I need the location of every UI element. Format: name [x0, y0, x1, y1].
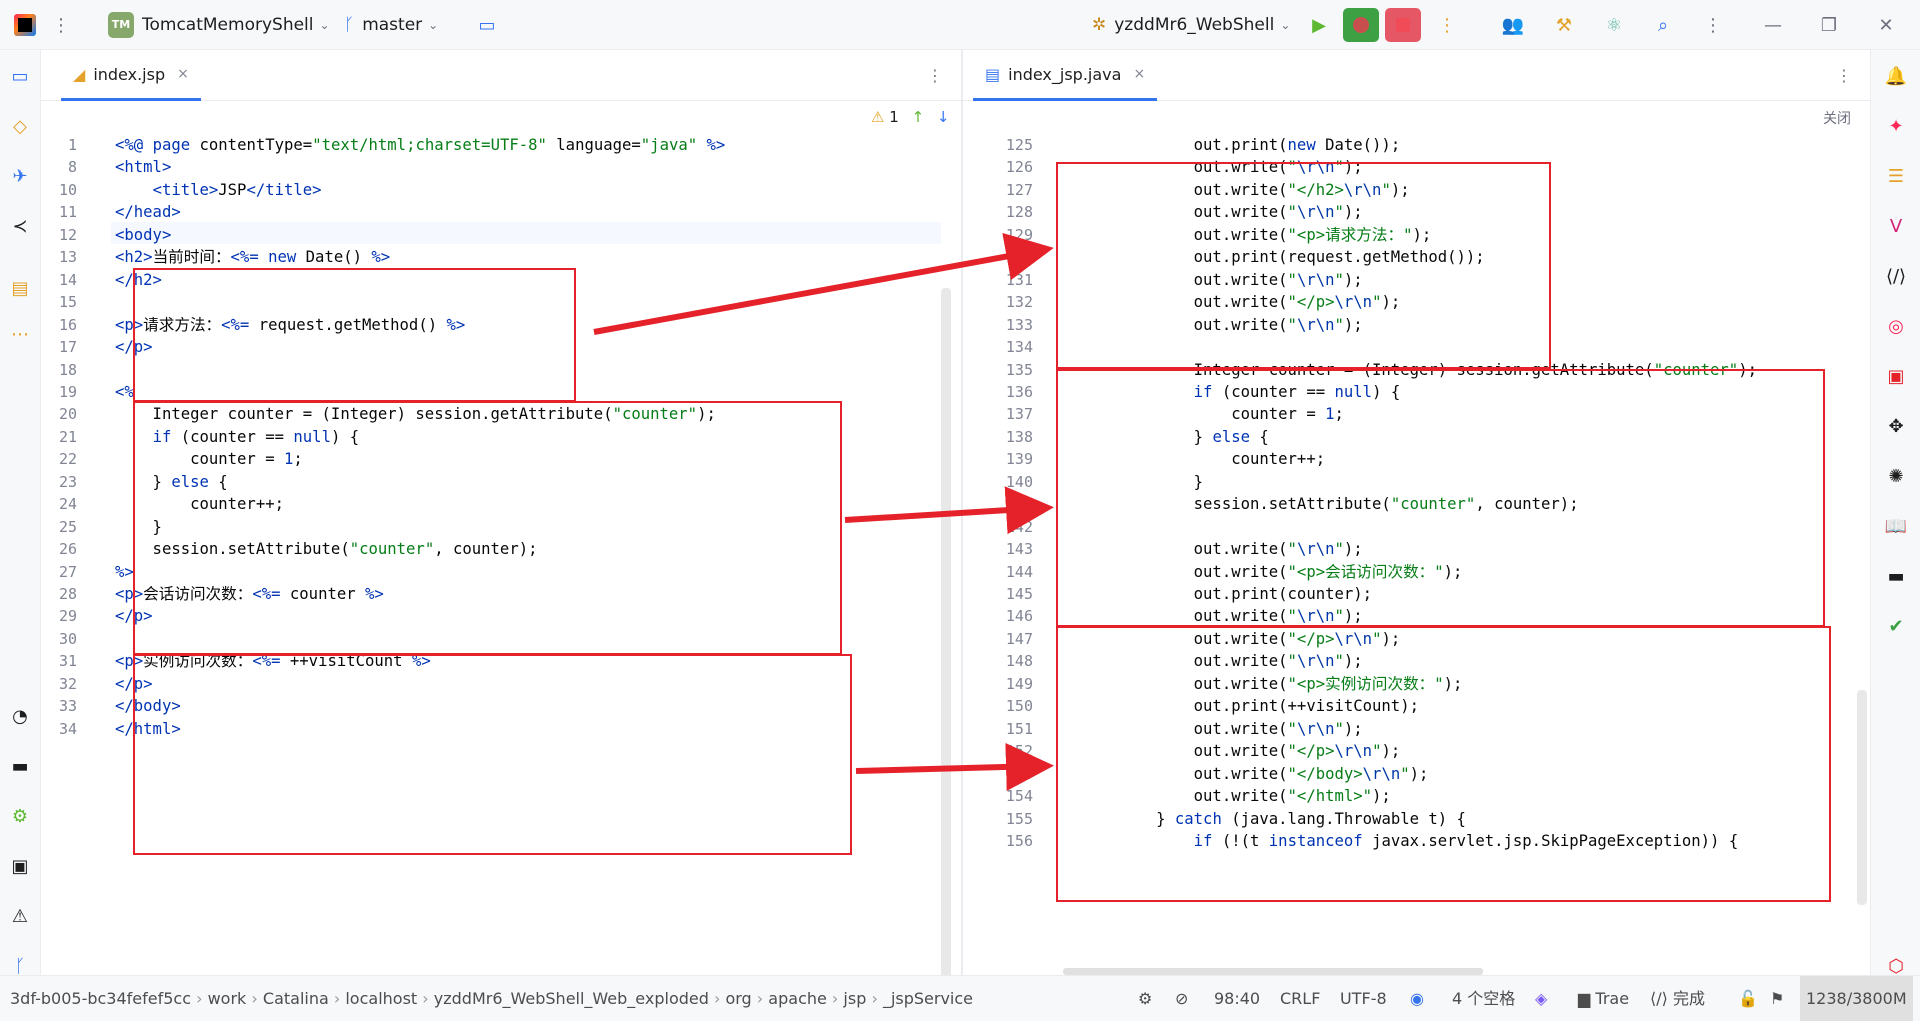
status-bar: 3df-b005-bc34fefef5cc › work › Catalina …: [0, 975, 1920, 1021]
plugin-status-icon[interactable]: ◈: [1535, 976, 1547, 1021]
line-ending[interactable]: CRLF: [1280, 976, 1320, 1021]
code-icon: ⟨/⟩: [1650, 989, 1673, 1008]
chevron-right-icon: ›: [191, 989, 208, 1008]
breadcrumb-item[interactable]: localhost: [345, 989, 417, 1008]
trae-icon: ▆: [1578, 989, 1596, 1008]
chevron-right-icon: ›: [826, 989, 844, 1008]
breadcrumb-item[interactable]: 3df-b005-bc34fefef5cc: [10, 989, 191, 1008]
chevron-right-icon: ›: [866, 989, 883, 1008]
breadcrumb-item[interactable]: _jspService: [883, 989, 973, 1008]
lock-icon[interactable]: 🔓: [1738, 976, 1758, 1021]
trae-status[interactable]: ▆ Trae: [1578, 976, 1629, 1021]
trae-label: Trae: [1595, 989, 1630, 1008]
bug-status-icon[interactable]: ⚑: [1770, 976, 1784, 1021]
memory-indicator[interactable]: 1238/3800M: [1800, 976, 1913, 1021]
breadcrumb-item[interactable]: apache: [768, 989, 827, 1008]
cursor-position[interactable]: 98:40: [1214, 976, 1260, 1021]
breadcrumb-item[interactable]: yzddMr6_WebShell_Web_exploded: [434, 989, 709, 1008]
arrow-3: [855, 742, 1054, 791]
chevron-right-icon: ›: [246, 989, 263, 1008]
annotation-arrows: [593, 232, 1054, 791]
indent-setting[interactable]: 4 个空格: [1452, 976, 1515, 1021]
breadcrumb-item[interactable]: jsp: [843, 989, 866, 1008]
done-status[interactable]: ⟨/⟩ 完成: [1650, 976, 1705, 1021]
chevron-right-icon: ›: [751, 989, 769, 1008]
arrow-1: [593, 232, 1054, 335]
vcs-status-icon[interactable]: ⚙: [1138, 976, 1152, 1021]
file-encoding[interactable]: UTF-8: [1340, 976, 1387, 1021]
breadcrumb: 3df-b005-bc34fefef5cc › work › Catalina …: [10, 976, 973, 1021]
done-label: 完成: [1672, 989, 1705, 1008]
chevron-right-icon: ›: [708, 989, 726, 1008]
breadcrumb-item[interactable]: work: [208, 989, 247, 1008]
chevron-right-icon: ›: [328, 989, 346, 1008]
breadcrumb-item[interactable]: Catalina: [263, 989, 329, 1008]
arrow-2: [844, 486, 1054, 535]
no-sync-icon[interactable]: ⊘: [1175, 976, 1188, 1021]
breadcrumb-item[interactable]: org: [725, 989, 751, 1008]
chevron-right-icon: ›: [417, 989, 434, 1008]
eye-icon[interactable]: ◉: [1410, 976, 1424, 1021]
